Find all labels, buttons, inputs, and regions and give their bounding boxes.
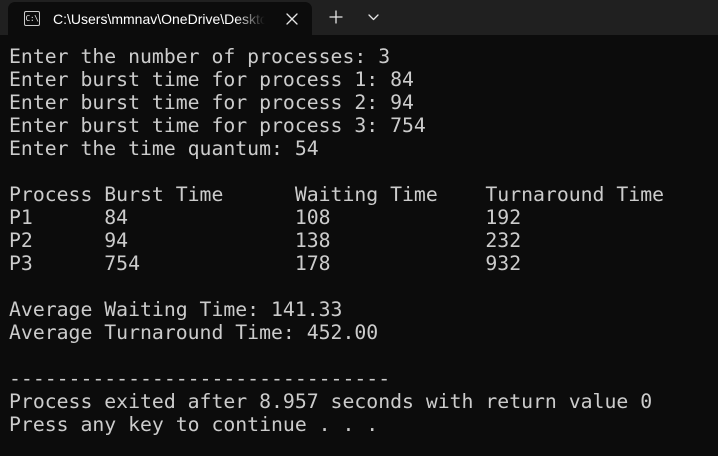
console-text: Enter the number of processes: 3 Enter b… bbox=[9, 45, 665, 436]
close-icon bbox=[286, 13, 298, 25]
console-app-icon: C:\ bbox=[24, 11, 40, 26]
new-tab-button[interactable] bbox=[322, 4, 350, 30]
tab-console[interactable]: C:\ C:\Users\mmnav\OneDrive\Desktop bbox=[8, 2, 312, 35]
tab-bar: C:\ C:\Users\mmnav\OneDrive\Desktop bbox=[0, 0, 718, 35]
terminal-window: C:\ C:\Users\mmnav\OneDrive\Desktop Ente… bbox=[0, 0, 718, 456]
tab-title: C:\Users\mmnav\OneDrive\Desktop bbox=[53, 11, 265, 27]
chevron-down-icon bbox=[368, 14, 379, 21]
tab-dropdown-button[interactable] bbox=[358, 4, 388, 30]
tab-close-button[interactable] bbox=[278, 6, 306, 32]
plus-icon bbox=[329, 10, 343, 24]
console-output-area[interactable]: Enter the number of processes: 3 Enter b… bbox=[0, 35, 718, 456]
